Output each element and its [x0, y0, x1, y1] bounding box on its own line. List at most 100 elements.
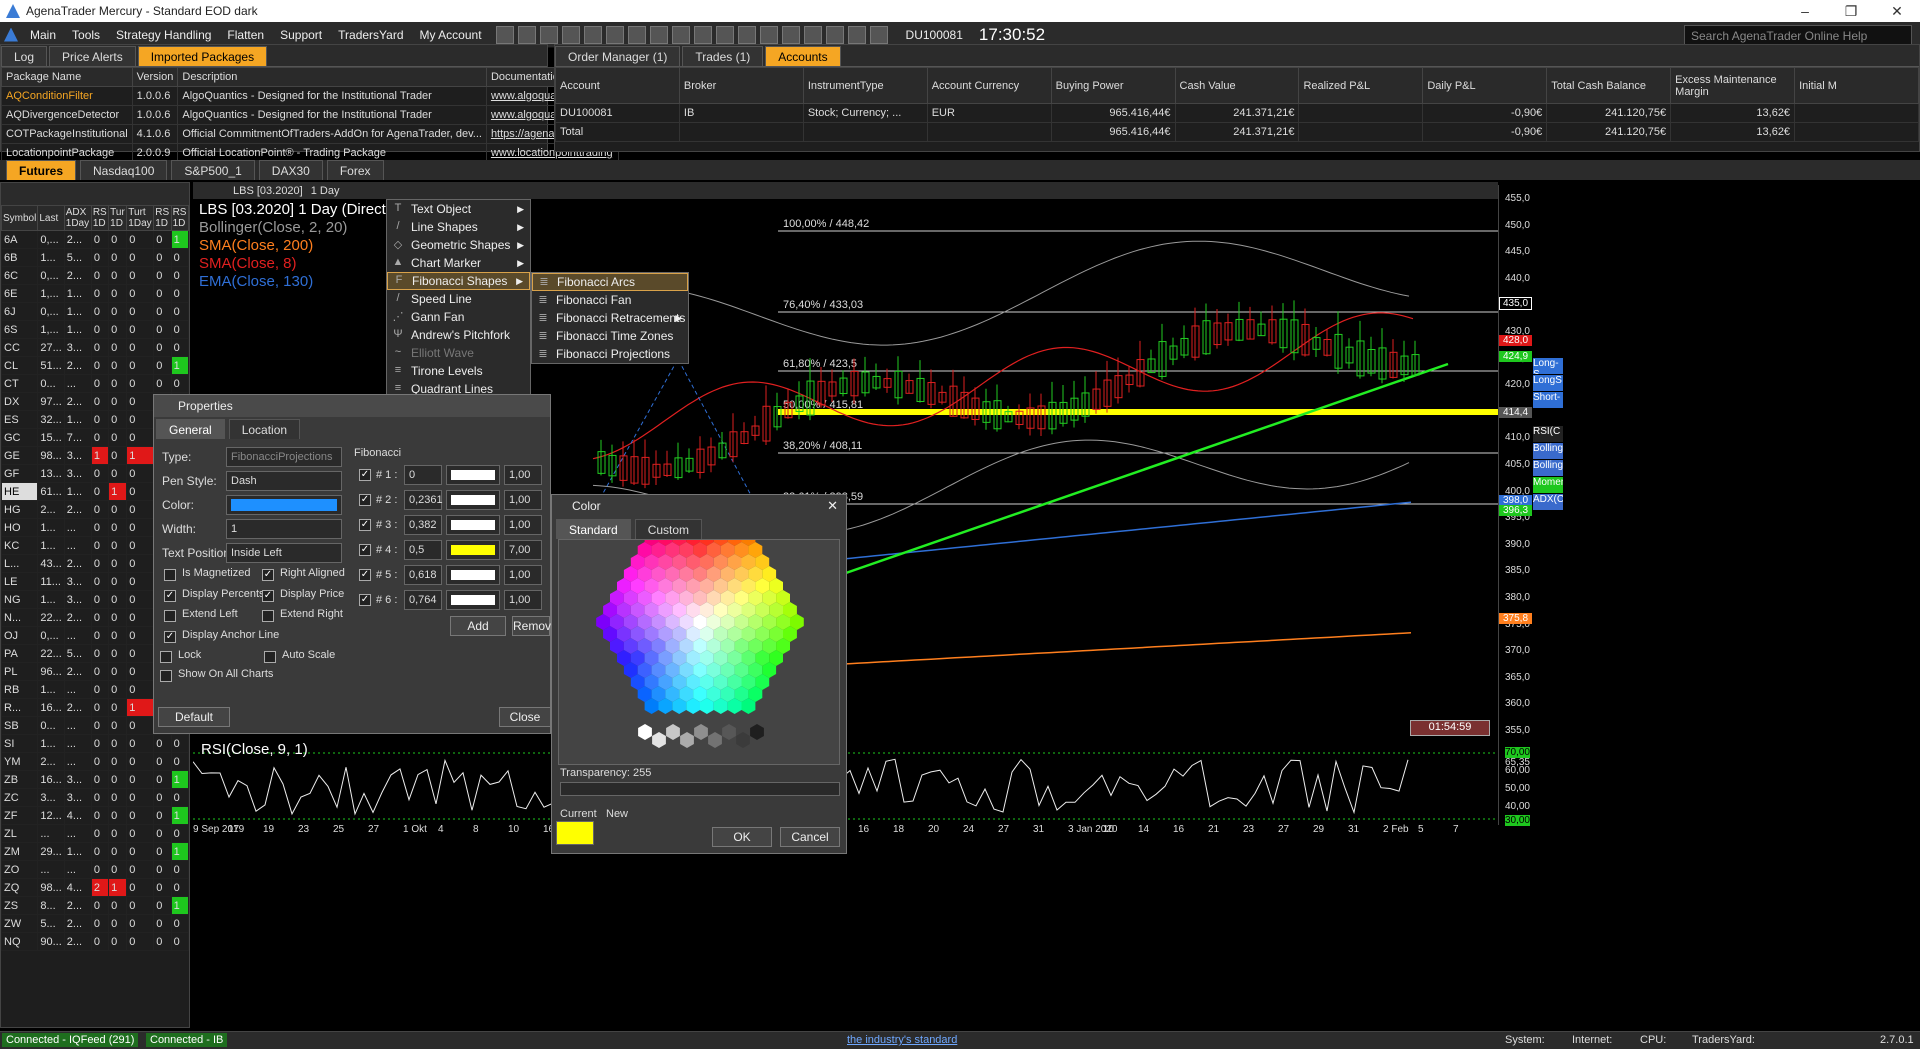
tab-custom[interactable]: Custom	[634, 519, 703, 539]
transparency-slider[interactable]	[560, 782, 840, 796]
menu-tradersyard[interactable]: TradersYard	[330, 28, 411, 42]
news-link[interactable]: the industry's standard	[847, 1034, 957, 1046]
toolbar-icon[interactable]	[605, 25, 624, 44]
add-button[interactable]: Add	[450, 616, 506, 636]
fibonacci-value-input[interactable]: 0,5	[404, 540, 442, 560]
table-row[interactable]: CL 51... 2... 0 0 0 0 1	[0, 356, 190, 375]
checkbox[interactable]: ✓	[164, 631, 176, 643]
table-row[interactable]: ZQ 98... 4... 2 1 0 0 0	[0, 878, 190, 897]
table-row[interactable]: Total 965.416,44€ 241.371,21€ -0,90€ 241.120…	[555, 122, 1919, 142]
drawing-menu-item[interactable]: F Fibonacci Shapes ▶	[387, 272, 530, 290]
table-row[interactable]: ZC 3... 3... 0 0 0 0 0	[0, 788, 190, 807]
fibonacci-width-input[interactable]: 1,00	[504, 565, 542, 585]
packages-column-header[interactable]: Version	[131, 67, 179, 87]
indicator-label[interactable]: RSI(C	[1533, 426, 1563, 442]
fibonacci-row-checkbox[interactable]: ✓	[359, 594, 371, 606]
watchlist-column-header[interactable]: Last	[37, 205, 65, 231]
color-hexagon-area[interactable]	[558, 530, 840, 765]
packages-column-header[interactable]: Package Name	[1, 67, 133, 87]
color-picker-button[interactable]	[226, 495, 342, 515]
table-row[interactable]: CC 27... 3... 0 0 0 0 0	[0, 338, 190, 357]
fibonacci-color-swatch[interactable]	[446, 515, 500, 535]
accounts-column-header[interactable]: Realized P&L	[1298, 67, 1424, 104]
watchlist-column-header[interactable]: RS 1D	[90, 205, 110, 231]
toolbar-icon[interactable]	[671, 25, 690, 44]
toolbar-icon[interactable]	[825, 25, 844, 44]
tab-accounts[interactable]: Accounts	[765, 46, 841, 66]
drawing-menu-item[interactable]: / Speed Line	[387, 290, 530, 308]
table-row[interactable]: YM 2...... 0 0 0 0 0	[0, 752, 190, 771]
table-row[interactable]: ZO...... 0 0 0 0 0	[0, 860, 190, 879]
fibonacci-color-swatch[interactable]	[446, 490, 500, 510]
watchlist-column-header[interactable]: RS 1D	[170, 205, 190, 231]
table-row[interactable]: ZW 5... 2... 0 0 0 0 0	[0, 914, 190, 933]
fibonacci-value-input[interactable]: 0,764	[404, 590, 442, 610]
checkbox[interactable]: ✓	[164, 590, 176, 602]
fibonacci-menu-item[interactable]: ≣ Fibonacci Retracements ▶	[532, 309, 688, 327]
toolbar-icon[interactable]	[495, 25, 514, 44]
fibonacci-width-input[interactable]: 1,00	[504, 490, 542, 510]
drawing-menu-item[interactable]: ◇ Geometric Shapes ▶	[387, 236, 530, 254]
indicator-label[interactable]: LongS	[1533, 375, 1563, 391]
indicator-label[interactable]: Bolling	[1533, 460, 1563, 476]
menu-support[interactable]: Support	[272, 28, 330, 42]
toolbar-icon[interactable]	[539, 25, 558, 44]
indicator-label[interactable]: ADX(C	[1533, 494, 1563, 510]
instrument-selector[interactable]: LBS [03.2020]	[233, 185, 303, 197]
drawing-menu-item[interactable]: T Text Object ▶	[387, 200, 530, 218]
table-row[interactable]: AQConditionFilter 1.0.0.6 AlgoQuantics - D…	[1, 86, 619, 106]
tab-location[interactable]: Location	[228, 419, 301, 439]
workspace-tab[interactable]: DAX30	[258, 160, 323, 180]
accounts-column-header[interactable]: Daily P&L	[1422, 67, 1548, 104]
packages-column-header[interactable]: Description	[177, 67, 487, 87]
fibonacci-row-checkbox[interactable]: ✓	[359, 569, 371, 581]
tab-trades[interactable]: Trades (1)	[682, 46, 764, 66]
workspace-tab[interactable]: Forex	[326, 160, 384, 180]
toolbar-icon[interactable]	[517, 25, 536, 44]
accounts-column-header[interactable]: InstrumentType	[802, 67, 928, 104]
workspace-tab[interactable]: Futures	[6, 160, 77, 180]
table-row[interactable]: 6C 0,... 2... 0 0 0 0 0	[0, 266, 190, 285]
drawing-menu-item[interactable]: ⋰ Gann Fan	[387, 308, 530, 326]
table-row[interactable]: ZB 16... 3... 0 0 0 0 1	[0, 770, 190, 789]
accounts-column-header[interactable]: Account Currency	[926, 67, 1052, 104]
ok-button[interactable]: OK	[712, 827, 772, 847]
accounts-column-header[interactable]: Total Cash Balance	[1546, 67, 1672, 104]
color-dialog-close-icon[interactable]: ✕	[827, 498, 838, 514]
table-row[interactable]: 6A 0,... 2... 0 0 0 0 1	[0, 230, 190, 249]
close-icon[interactable]: ✕	[1874, 3, 1920, 20]
fibonacci-width-input[interactable]: 1,00	[504, 515, 542, 535]
table-row[interactable]: NQ 90... 2... 0 0 0 0 0	[0, 932, 190, 951]
checkbox[interactable]	[264, 651, 276, 663]
price-axis[interactable]: 455,0450,0445,0440,0435,0430,0425,0420,0…	[1498, 185, 1532, 825]
accounts-column-header[interactable]: Account	[555, 67, 680, 104]
accounts-column-header[interactable]: Broker	[678, 67, 804, 104]
drawing-menu-item[interactable]: / Line Shapes ▶	[387, 218, 530, 236]
fibonacci-value-input[interactable]: 0,382	[404, 515, 442, 535]
drawing-menu-item[interactable]: Ψ Andrew's Pitchfork	[387, 326, 530, 344]
fibonacci-row-checkbox[interactable]: ✓	[359, 519, 371, 531]
fibonacci-menu-item[interactable]: ≣ Fibonacci Arcs	[532, 273, 688, 291]
toolbar-icon[interactable]	[781, 25, 800, 44]
fibonacci-width-input[interactable]: 1,00	[504, 590, 542, 610]
pen-style-select[interactable]: Dash	[226, 471, 342, 491]
checkbox[interactable]	[160, 670, 172, 682]
toolbar-icon[interactable]	[803, 25, 822, 44]
restore-icon[interactable]: ❐	[1828, 3, 1874, 20]
toolbar-icon[interactable]	[561, 25, 580, 44]
table-row[interactable]: 6B 1... 5... 0 0 0 0 0	[0, 248, 190, 267]
table-row[interactable]: ZS 8... 2... 0 0 0 0 1	[0, 896, 190, 915]
toolbar-icon[interactable]	[847, 25, 866, 44]
fibonacci-color-swatch[interactable]	[446, 540, 500, 560]
fibonacci-color-swatch[interactable]	[446, 465, 500, 485]
fibonacci-menu-item[interactable]: ≣ Fibonacci Projections	[532, 345, 688, 363]
cancel-button[interactable]: Cancel	[780, 827, 840, 847]
checkbox[interactable]	[164, 610, 176, 622]
toolbar-icon[interactable]	[627, 25, 646, 44]
tab-imported-packages[interactable]: Imported Packages	[137, 46, 268, 66]
default-button[interactable]: Default	[158, 707, 230, 727]
drawing-menu-item[interactable]: ≡ Tirone Levels	[387, 362, 530, 380]
toolbar-icon[interactable]	[737, 25, 756, 44]
table-row[interactable]: SI 1...... 0 0 0 0 0	[0, 734, 190, 753]
toolbar-icon[interactable]	[583, 25, 602, 44]
